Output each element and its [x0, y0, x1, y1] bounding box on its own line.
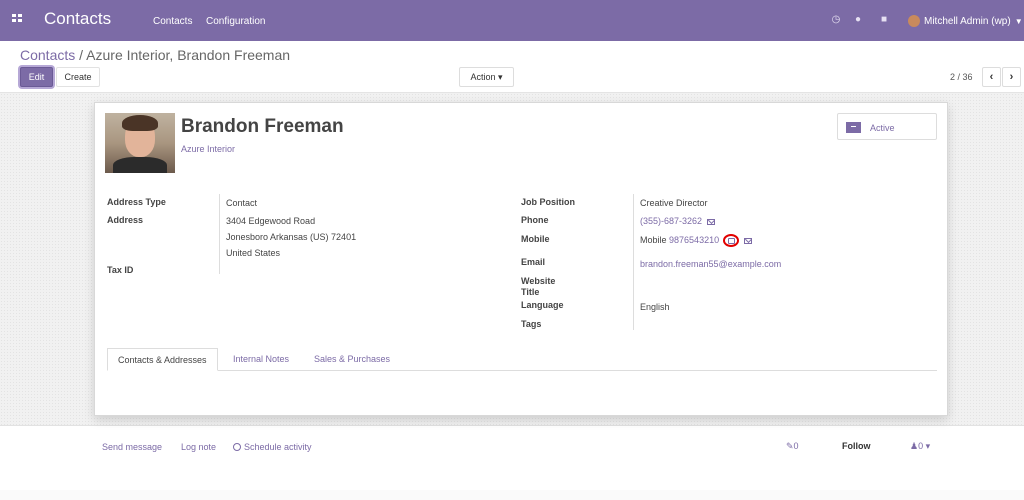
- sms-envelope-icon[interactable]: [744, 237, 753, 244]
- follow-button[interactable]: Follow: [842, 441, 871, 451]
- phone-label: Phone: [521, 215, 549, 225]
- activity-clock-icon[interactable]: ◷: [830, 14, 842, 26]
- followers-button[interactable]: ♟0 ▾: [910, 441, 930, 452]
- schedule-activity-label: Schedule activity: [244, 442, 312, 452]
- app-name[interactable]: Contacts: [44, 9, 111, 29]
- action-dropdown[interactable]: Action ▾: [459, 67, 514, 87]
- email-link[interactable]: brandon.freeman55@example.com: [640, 259, 781, 269]
- notebook-tabs: Contacts & Addresses Internal Notes Sale…: [107, 348, 937, 371]
- user-name: Mitchell Admin (wp): [924, 15, 1011, 27]
- address-label: Address: [107, 215, 144, 225]
- address-country: United States: [226, 248, 281, 258]
- clock-icon: [233, 443, 241, 451]
- next-record-button[interactable]: ›: [1002, 67, 1021, 87]
- user-menu[interactable]: Mitchell Admin (wp) ▼: [908, 14, 1023, 28]
- address-street: 3404 Edgewood Road: [226, 216, 316, 226]
- paperclip-icon: ✎: [786, 441, 794, 451]
- job-position-value: Creative Director: [640, 198, 708, 208]
- mobile-link[interactable]: 9876543210: [669, 235, 719, 245]
- attachment-button[interactable]: ✎0: [786, 441, 799, 452]
- tab-internal-notes[interactable]: Internal Notes: [223, 348, 299, 371]
- tab-sales-purchases[interactable]: Sales & Purchases: [304, 348, 400, 371]
- whatsapp-icon[interactable]: [723, 234, 740, 247]
- phone-link[interactable]: (355)-687-3262: [640, 216, 702, 226]
- mobile-label: Mobile: [521, 234, 550, 244]
- followers-count: 0: [918, 441, 924, 451]
- right-column-divider: [633, 194, 634, 330]
- previous-record-button[interactable]: ‹: [982, 67, 1001, 87]
- chevron-down-icon: ▼: [1014, 16, 1023, 26]
- breadcrumb-current: Azure Interior, Brandon Freeman: [86, 47, 291, 63]
- debug-icon[interactable]: ■: [878, 14, 890, 26]
- address-city: Jonesboro Arkansas (US) 72401: [226, 232, 357, 242]
- address-type-label: Address Type: [107, 197, 166, 207]
- breadcrumb-separator: /: [75, 47, 87, 63]
- title-label: Title: [521, 287, 540, 297]
- send-message-button[interactable]: Send message: [102, 442, 162, 452]
- contact-name: Brandon Freeman: [181, 116, 344, 137]
- apps-menu-icon[interactable]: [12, 14, 26, 28]
- create-button[interactable]: Create: [56, 67, 100, 87]
- contact-photo[interactable]: [105, 113, 175, 173]
- pager-counter[interactable]: 2 / 36: [950, 72, 973, 82]
- control-panel: Contacts / Azure Interior, Brandon Freem…: [0, 41, 1024, 93]
- tax-id-label: Tax ID: [107, 265, 134, 275]
- breadcrumb-contacts[interactable]: Contacts: [20, 47, 75, 63]
- email-label: Email: [521, 257, 546, 267]
- active-label: Active: [870, 123, 895, 133]
- attachment-count: 0: [793, 441, 799, 451]
- footer-band: [0, 490, 1024, 500]
- user-avatar: [908, 15, 920, 27]
- menu-configuration[interactable]: Configuration: [206, 16, 265, 27]
- top-navbar: Contacts Contacts Configuration ◷ ● ■ Mi…: [0, 0, 1024, 41]
- language-label: Language: [521, 300, 564, 310]
- chatter-topbar: Send message Log note Schedule activity …: [0, 426, 1024, 468]
- tab-contacts-addresses[interactable]: Contacts & Addresses: [107, 348, 218, 371]
- breadcrumb: Contacts / Azure Interior, Brandon Freem…: [20, 47, 290, 63]
- chevron-down-icon: ▾: [925, 441, 931, 451]
- log-note-button[interactable]: Log note: [181, 442, 216, 452]
- mobile-field: Mobile 9876543210: [640, 234, 753, 247]
- edit-button[interactable]: Edit: [20, 67, 53, 87]
- address-type-value: Contact: [226, 198, 258, 208]
- mobile-prefix: Mobile: [640, 234, 667, 245]
- phone-field: (355)-687-3262: [640, 216, 716, 226]
- schedule-activity-button[interactable]: Schedule activity: [233, 442, 312, 452]
- language-value: English: [640, 302, 670, 312]
- company-link[interactable]: Azure Interior: [181, 144, 235, 154]
- user-icon: ♟: [910, 441, 919, 451]
- job-position-label: Job Position: [521, 197, 575, 207]
- sms-envelope-icon[interactable]: [707, 218, 716, 225]
- messages-icon[interactable]: ●: [852, 14, 864, 26]
- website-label: Website: [521, 276, 556, 286]
- form-sheet: Brandon Freeman Azure Interior Active Ad…: [94, 102, 948, 416]
- tags-label: Tags: [521, 319, 542, 329]
- active-toggle-button[interactable]: Active: [837, 113, 937, 140]
- archive-icon: [846, 122, 861, 133]
- left-column-divider: [219, 194, 220, 274]
- menu-contacts[interactable]: Contacts: [153, 16, 192, 27]
